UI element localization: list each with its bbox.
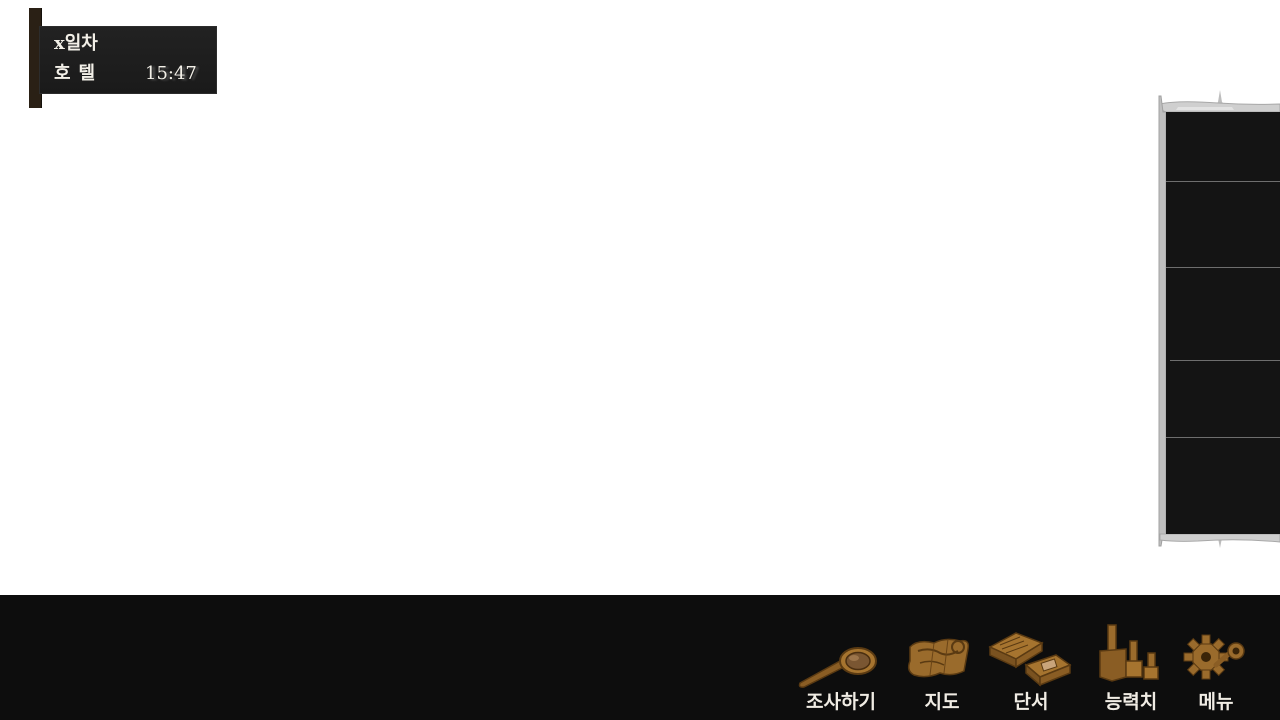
stats-label: 능력치 xyxy=(1104,691,1158,713)
current-location: 호텔 xyxy=(54,63,104,84)
side-panel xyxy=(1158,88,1280,550)
chalkboard xyxy=(1166,112,1280,534)
investigate-label: 조사하기 xyxy=(806,691,876,713)
panel-slot-2 xyxy=(1166,182,1280,268)
map-icon xyxy=(907,638,970,678)
investigate-button[interactable]: 조사하기 xyxy=(796,595,886,720)
status-sign: x일차 호텔 15:47 xyxy=(29,8,219,108)
gear-icon xyxy=(1183,634,1245,680)
sign-board: x일차 호텔 15:47 xyxy=(39,26,217,94)
clock-time: 15:47 xyxy=(145,63,197,84)
panel-slot-4 xyxy=(1166,361,1280,438)
day-counter: x일차 xyxy=(54,33,98,54)
bottom-toolbar: 조사하기 지도 단서 능력치 메뉴 xyxy=(0,595,1280,720)
clues-label: 단서 xyxy=(1013,691,1049,713)
menu-label: 메뉴 xyxy=(1198,691,1234,713)
clues-button[interactable]: 단서 xyxy=(986,595,1076,720)
documents-icon xyxy=(988,632,1072,687)
panel-slot-1 xyxy=(1166,112,1280,182)
panel-slot-5 xyxy=(1166,438,1280,534)
panel-slot-3 xyxy=(1170,268,1280,361)
map-button[interactable]: 지도 xyxy=(904,595,980,720)
map-label: 지도 xyxy=(924,691,960,713)
trophy-icon xyxy=(1099,624,1159,682)
menu-button[interactable]: 메뉴 xyxy=(1182,595,1250,720)
magnifying-glass-icon xyxy=(798,647,877,688)
stats-button[interactable]: 능력치 xyxy=(1096,595,1166,720)
